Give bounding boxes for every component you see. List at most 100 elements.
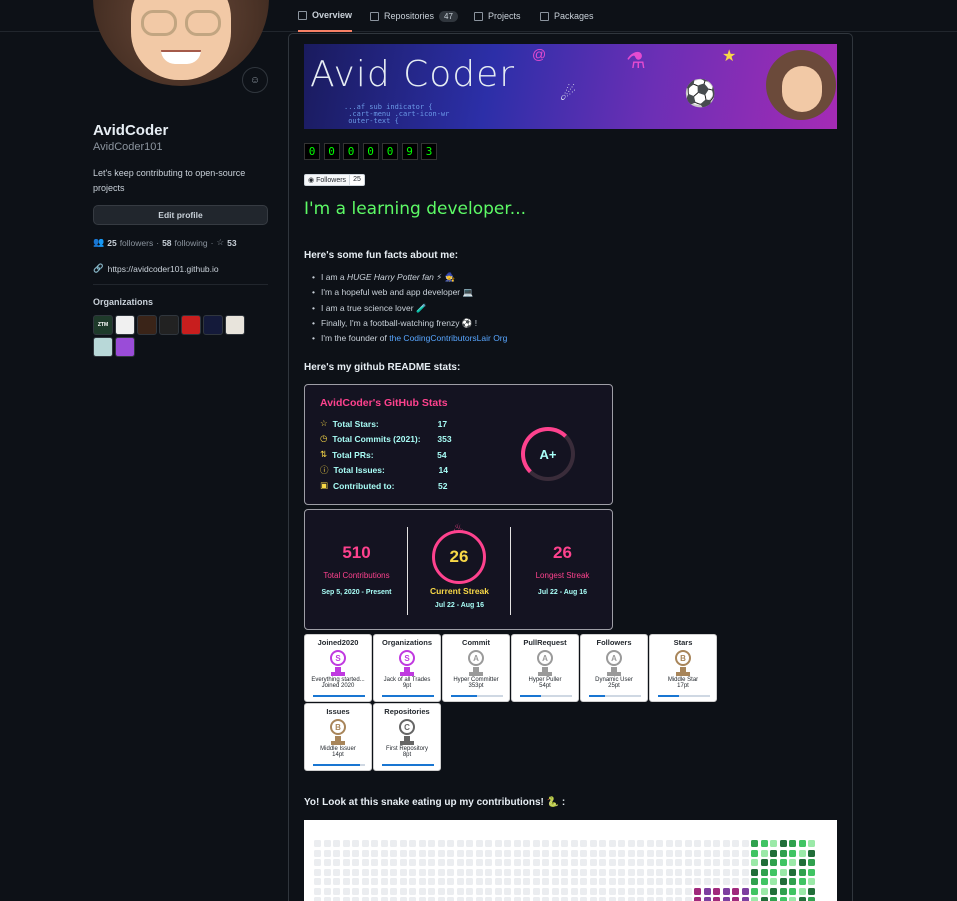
contribution-cell xyxy=(589,849,597,857)
contribution-cell xyxy=(760,887,768,895)
contribution-cell xyxy=(551,878,559,885)
contribution-cell xyxy=(760,897,768,901)
followers-badge-label: Followers xyxy=(316,176,347,184)
contribution-cell xyxy=(447,840,454,847)
contribution-cell xyxy=(722,859,730,866)
contribution-cell xyxy=(570,840,578,847)
contribution-cell xyxy=(409,859,416,866)
contribution-cell xyxy=(646,887,654,895)
contribution-cell xyxy=(475,840,483,847)
contribution-cell xyxy=(314,868,321,876)
tab-repositories[interactable]: Repositories 47 xyxy=(370,0,458,32)
org-avatar[interactable] xyxy=(137,315,157,335)
following-count[interactable]: 58 xyxy=(162,238,171,248)
org-avatar[interactable] xyxy=(181,315,201,335)
contribution-cell xyxy=(485,887,492,895)
contribution-cell xyxy=(390,887,397,895)
contribution-cell xyxy=(637,887,644,895)
banner-title: Avid Coder xyxy=(310,54,516,95)
org-avatar[interactable] xyxy=(159,315,179,335)
trophy-progress xyxy=(313,695,365,697)
org-avatar[interactable] xyxy=(93,337,113,357)
contribution-cell xyxy=(485,897,492,901)
contribution-cell xyxy=(551,840,559,847)
contribution-cell xyxy=(523,868,530,876)
typing-tagline: I'm a learning developer... xyxy=(304,199,527,219)
contribution-cell xyxy=(504,887,511,895)
profile-username: AvidCoder101 xyxy=(93,141,163,153)
contribution-cell xyxy=(741,849,749,857)
contribution-cell xyxy=(798,868,806,876)
org-avatar[interactable] xyxy=(115,315,135,335)
contribution-cell xyxy=(608,859,616,866)
contribution-cell xyxy=(665,897,673,901)
contribution-cell xyxy=(599,840,606,847)
contribution-cell xyxy=(399,868,407,876)
contribution-cell xyxy=(589,887,597,895)
org-avatar[interactable] xyxy=(203,315,223,335)
contribution-snake xyxy=(304,820,837,901)
trophy-rank: B xyxy=(330,719,346,735)
profile-website[interactable]: 🔗 https://avidcoder101.github.io xyxy=(93,263,219,274)
followers-label[interactable]: followers xyxy=(120,238,154,248)
website-link[interactable]: https://avidcoder101.github.io xyxy=(108,264,219,274)
trophy-base xyxy=(400,741,414,745)
org-link[interactable]: the CodingContributorsLair Org xyxy=(389,333,507,343)
followers-count[interactable]: 25 xyxy=(107,238,116,248)
avatar-glasses-left xyxy=(141,10,177,36)
contribution-cell xyxy=(618,849,625,857)
contribution-cell xyxy=(741,878,749,885)
contribution-cell xyxy=(675,878,682,885)
contribution-cell xyxy=(456,859,464,866)
trophy-progress xyxy=(589,695,641,697)
contribution-cell xyxy=(561,897,568,901)
contribution-cell xyxy=(751,887,758,895)
tab-packages[interactable]: Packages xyxy=(540,0,594,32)
contribution-cell xyxy=(561,859,568,866)
contribution-cell xyxy=(418,868,426,876)
contribution-cell xyxy=(694,840,701,847)
rank-grade: A+ xyxy=(521,427,575,481)
contribution-cell xyxy=(808,840,815,847)
project-icon xyxy=(474,11,483,21)
contribution-cell xyxy=(608,849,616,857)
contribution-cell xyxy=(428,897,435,901)
contribution-cell xyxy=(779,859,787,866)
contribution-cell xyxy=(760,868,768,876)
contribution-cell xyxy=(523,840,530,847)
contribution-cell xyxy=(475,859,483,866)
contribution-cell xyxy=(323,859,331,866)
edit-profile-button[interactable]: Edit profile xyxy=(93,205,268,225)
contribution-cell xyxy=(390,897,397,901)
set-status-button[interactable]: ☺ xyxy=(242,67,268,93)
contribution-cell xyxy=(580,897,587,901)
contribution-cell xyxy=(694,859,701,866)
trophy-card: Followers A Dynamic User 25pt xyxy=(580,634,648,702)
contribution-cell xyxy=(380,887,388,895)
contribution-cell xyxy=(561,868,568,876)
followers-badge[interactable]: ◉ Followers 25 xyxy=(304,174,365,186)
trophy-base xyxy=(331,672,345,676)
trophy-progress-fill xyxy=(658,695,679,697)
org-avatar[interactable]: ZTM xyxy=(93,315,113,335)
tab-overview[interactable]: Overview xyxy=(298,0,353,32)
readme-banner: ...af sub indicator { .cart-menu .cart-i… xyxy=(304,44,837,129)
contribution-cell xyxy=(580,878,587,885)
contribution-cell xyxy=(599,849,606,857)
org-avatar[interactable] xyxy=(225,315,245,335)
contribution-cell xyxy=(808,878,815,885)
contribution-cell xyxy=(561,887,568,895)
org-avatar[interactable] xyxy=(115,337,135,357)
tab-projects[interactable]: Projects xyxy=(474,0,521,32)
contribution-cell xyxy=(466,840,473,847)
contribution-cell xyxy=(770,887,777,895)
contribution-cell xyxy=(779,887,787,895)
stars-count[interactable]: 53 xyxy=(227,238,236,248)
contribution-cell xyxy=(684,868,692,876)
contribution-cell xyxy=(380,868,388,876)
following-label[interactable]: following xyxy=(175,238,208,248)
contribution-cell xyxy=(428,849,435,857)
trophy-cup-icon: C xyxy=(392,719,422,745)
contribution-cell xyxy=(722,868,730,876)
contribution-cell xyxy=(437,868,445,876)
